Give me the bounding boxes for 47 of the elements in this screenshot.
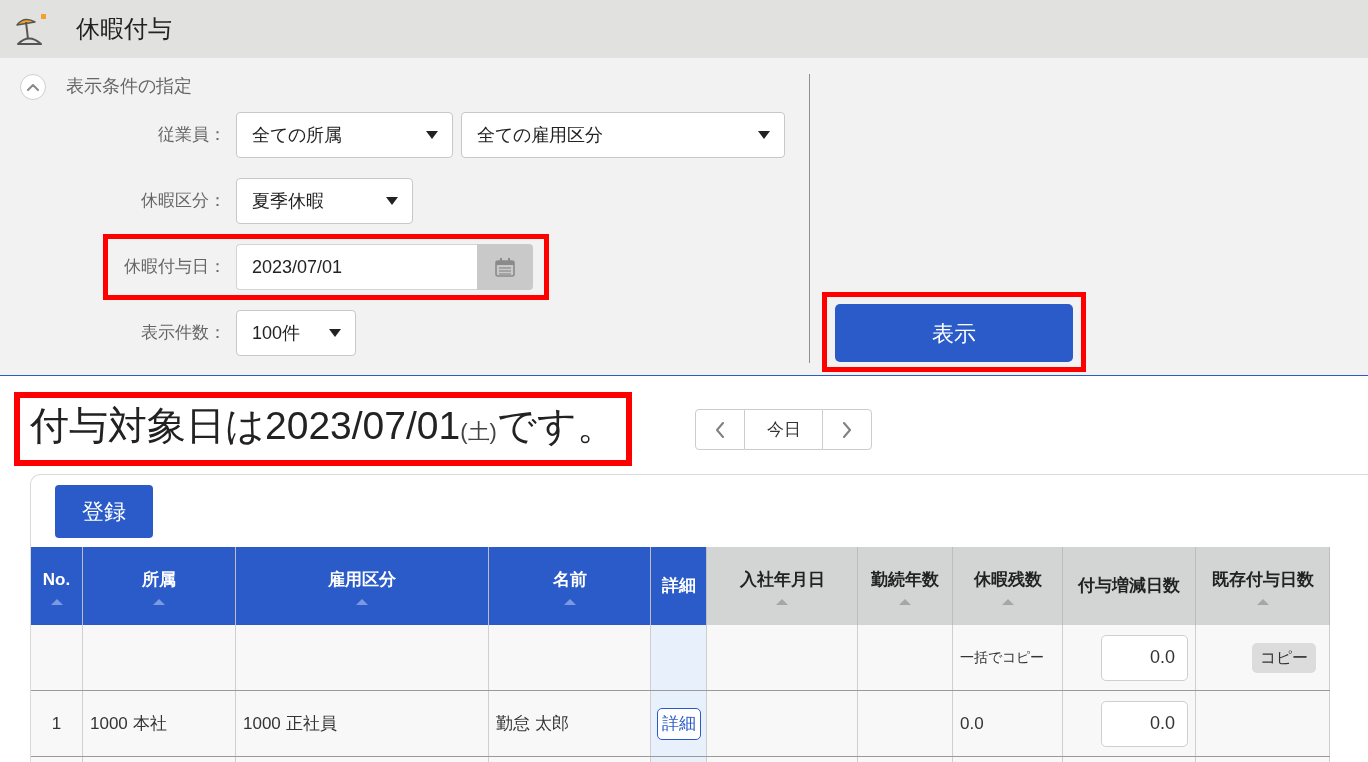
caret-down-icon — [329, 329, 341, 337]
field-label: 表示件数： — [140, 322, 226, 345]
table-cell: 1 — [31, 691, 83, 756]
column-header[interactable]: 入社年月日 — [707, 547, 858, 625]
column-header: 詳細 — [651, 547, 707, 625]
column-header[interactable]: 休暇残数 — [953, 547, 1063, 625]
collapse-toggle[interactable] — [20, 73, 46, 100]
column-header[interactable]: 勤続年数 — [858, 547, 953, 625]
column-header[interactable]: 所属 — [83, 547, 236, 625]
field-label: 休暇区分： — [140, 190, 226, 213]
detail-button[interactable]: 詳細 — [656, 707, 701, 740]
table-cell: 一括でコピー — [953, 625, 1063, 690]
column-header: 付与増減日数 — [1063, 547, 1196, 625]
table-cell: 0.0 — [953, 691, 1063, 756]
show-button[interactable]: 表示 — [835, 304, 1073, 362]
field-label: 従業員： — [157, 124, 226, 147]
date-field[interactable]: 2023/07/01 — [236, 244, 477, 290]
field-label: 休暇付与日： — [123, 256, 226, 279]
caret-down-icon — [426, 131, 438, 139]
today-button[interactable]: 今日 — [745, 409, 822, 450]
dropdown[interactable]: 全ての所属 — [236, 112, 453, 158]
calendar-icon — [495, 257, 515, 277]
caret-down-icon — [386, 197, 398, 205]
page-title: 休暇付与 — [76, 14, 172, 44]
table-cell: 1000 正社員 — [236, 691, 489, 756]
number-input[interactable]: 0.0 — [1101, 634, 1188, 681]
caret-down-icon — [758, 131, 770, 139]
chevron-right-icon — [842, 421, 852, 438]
number-input[interactable]: 0.0 — [1101, 700, 1188, 747]
chevron-up-icon — [27, 82, 39, 91]
table-cell: 1000 本社 — [83, 691, 236, 756]
register-button[interactable]: 登録 — [55, 485, 153, 538]
copy-button[interactable]: コピー — [1252, 642, 1316, 673]
dropdown[interactable]: 夏季休暇 — [236, 178, 413, 224]
beach-umbrella-icon — [14, 13, 48, 45]
previous-day-button[interactable] — [695, 409, 745, 450]
column-header[interactable]: 既存付与日数 — [1196, 547, 1330, 625]
section-title: 表示条件の指定 — [66, 75, 192, 98]
column-header[interactable]: No. — [31, 547, 83, 625]
column-header[interactable]: 雇用区分 — [236, 547, 489, 625]
dropdown[interactable]: 全ての雇用区分 — [461, 112, 785, 158]
next-day-button[interactable] — [822, 409, 872, 450]
column-header[interactable]: 名前 — [489, 547, 651, 625]
chevron-left-icon — [715, 421, 725, 438]
dropdown[interactable]: 100件 — [236, 310, 356, 356]
result-heading: 付与対象日は2023/07/01(土)です。 — [30, 403, 616, 449]
calendar-button[interactable] — [477, 244, 533, 290]
